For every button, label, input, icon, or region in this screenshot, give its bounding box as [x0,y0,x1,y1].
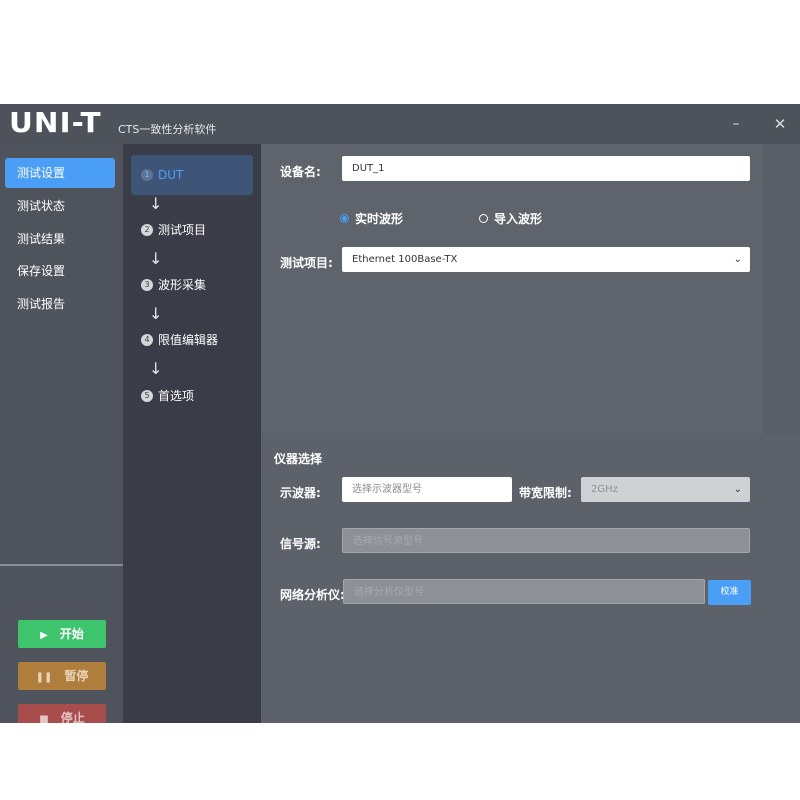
radio-selected-icon [340,214,349,223]
step-label: DUT [158,168,184,182]
stop-icon: ■ [39,714,49,723]
sidebar-item-save-settings[interactable]: 保存设置 [5,256,115,286]
step-number: 4 [141,333,153,346]
app-window: UNI-T CTS一致性分析软件 – ✕ 测试设置 测试状态 测试结果 保存设置… [0,104,800,723]
sidebar-item-test-results[interactable]: 测试结果 [5,224,115,254]
network-analyzer-input[interactable]: 选择分析仪型号 [343,579,705,604]
radio-label: 导入波形 [494,212,543,226]
play-icon: ▶ [40,630,48,641]
stop-label: 停止 [60,711,85,723]
pause-label: 暂停 [64,669,89,683]
chevron-down-icon: ⌄ [733,254,742,265]
start-button[interactable]: ▶ 开始 [18,620,106,648]
sidebar-item-test-settings[interactable]: 测试设置 [5,158,115,188]
step-label: 测试项目 [158,223,207,237]
bandwidth-label: 带宽限制: [519,486,572,500]
sidebar-nav: 测试设置 测试状态 测试结果 保存设置 测试报告 ▶ 开始 ❚❚ 暂停 ■ 停止 [0,144,123,723]
test-item-label: 测试项目: [280,256,333,270]
device-name-label: 设备名: [280,165,321,179]
radio-import-waveform[interactable]: 导入波形 [479,210,542,227]
step-number: 1 [141,168,153,181]
signal-source-label: 信号源: [280,537,321,551]
radio-realtime-waveform[interactable]: 实时波形 [340,210,403,227]
scope-label: 示波器: [280,486,321,500]
sidebar-divider [0,564,123,566]
pause-button[interactable]: ❚❚ 暂停 [18,662,106,690]
radio-label: 实时波形 [355,212,404,226]
bandwidth-select[interactable]: 2GHz ⌄ [581,477,750,502]
scope-input[interactable]: 选择示波器型号 [342,477,512,502]
test-item-value: Ethernet 100Base-TX [352,254,458,265]
step-preferences[interactable]: 5 首选项 [131,376,253,416]
radio-unselected-icon [479,214,488,223]
down-arrow-icon: ↓ [149,359,163,378]
bandwidth-value: 2GHz [591,484,618,495]
device-name-input[interactable]: DUT_1 [342,156,750,181]
main-panel: 设备名: DUT_1 实时波形 导入波形 测试项目: Ethernet 100B… [261,144,800,723]
sidebar-item-test-status[interactable]: 测试状态 [5,191,115,221]
scroll-rail [763,144,800,434]
calibrate-button[interactable]: 校准 [708,580,751,605]
minimize-button[interactable]: – [724,114,748,134]
step-waveform-capture[interactable]: 3 波形采集 [131,265,253,305]
network-analyzer-label: 网络分析仪: [280,588,345,602]
signal-source-input[interactable]: 选择信号源型号 [342,528,750,553]
step-number: 3 [141,278,153,291]
step-label: 首选项 [158,389,195,403]
step-limit-editor[interactable]: 4 限值编辑器 [131,320,253,360]
dut-panel [261,144,763,434]
pause-icon: ❚❚ [35,672,53,683]
app-title: CTS一致性分析软件 [118,123,217,136]
close-button[interactable]: ✕ [768,114,792,134]
step-number: 2 [141,223,153,236]
test-item-select[interactable]: Ethernet 100Base-TX ⌄ [342,247,750,272]
step-test-items[interactable]: 2 测试项目 [131,210,253,250]
step-label: 限值编辑器 [158,333,219,347]
title-bar: UNI-T CTS一致性分析软件 – ✕ [0,104,800,144]
step-dut[interactable]: 1 DUT [131,155,253,195]
instrument-section-title: 仪器选择 [274,452,323,466]
start-label: 开始 [59,627,84,641]
uni-t-logo: UNI-T [9,106,102,139]
chevron-down-icon: ⌄ [733,484,742,495]
stop-button[interactable]: ■ 停止 [18,704,106,723]
step-number: 5 [141,389,153,402]
sidebar-item-test-report[interactable]: 测试报告 [5,289,115,319]
step-label: 波形采集 [158,278,207,292]
wizard-steps: 1 DUT ↓ 2 测试项目 ↓ 3 波形采集 ↓ 4 限值编辑器 ↓ 5 首选项 [123,144,261,723]
